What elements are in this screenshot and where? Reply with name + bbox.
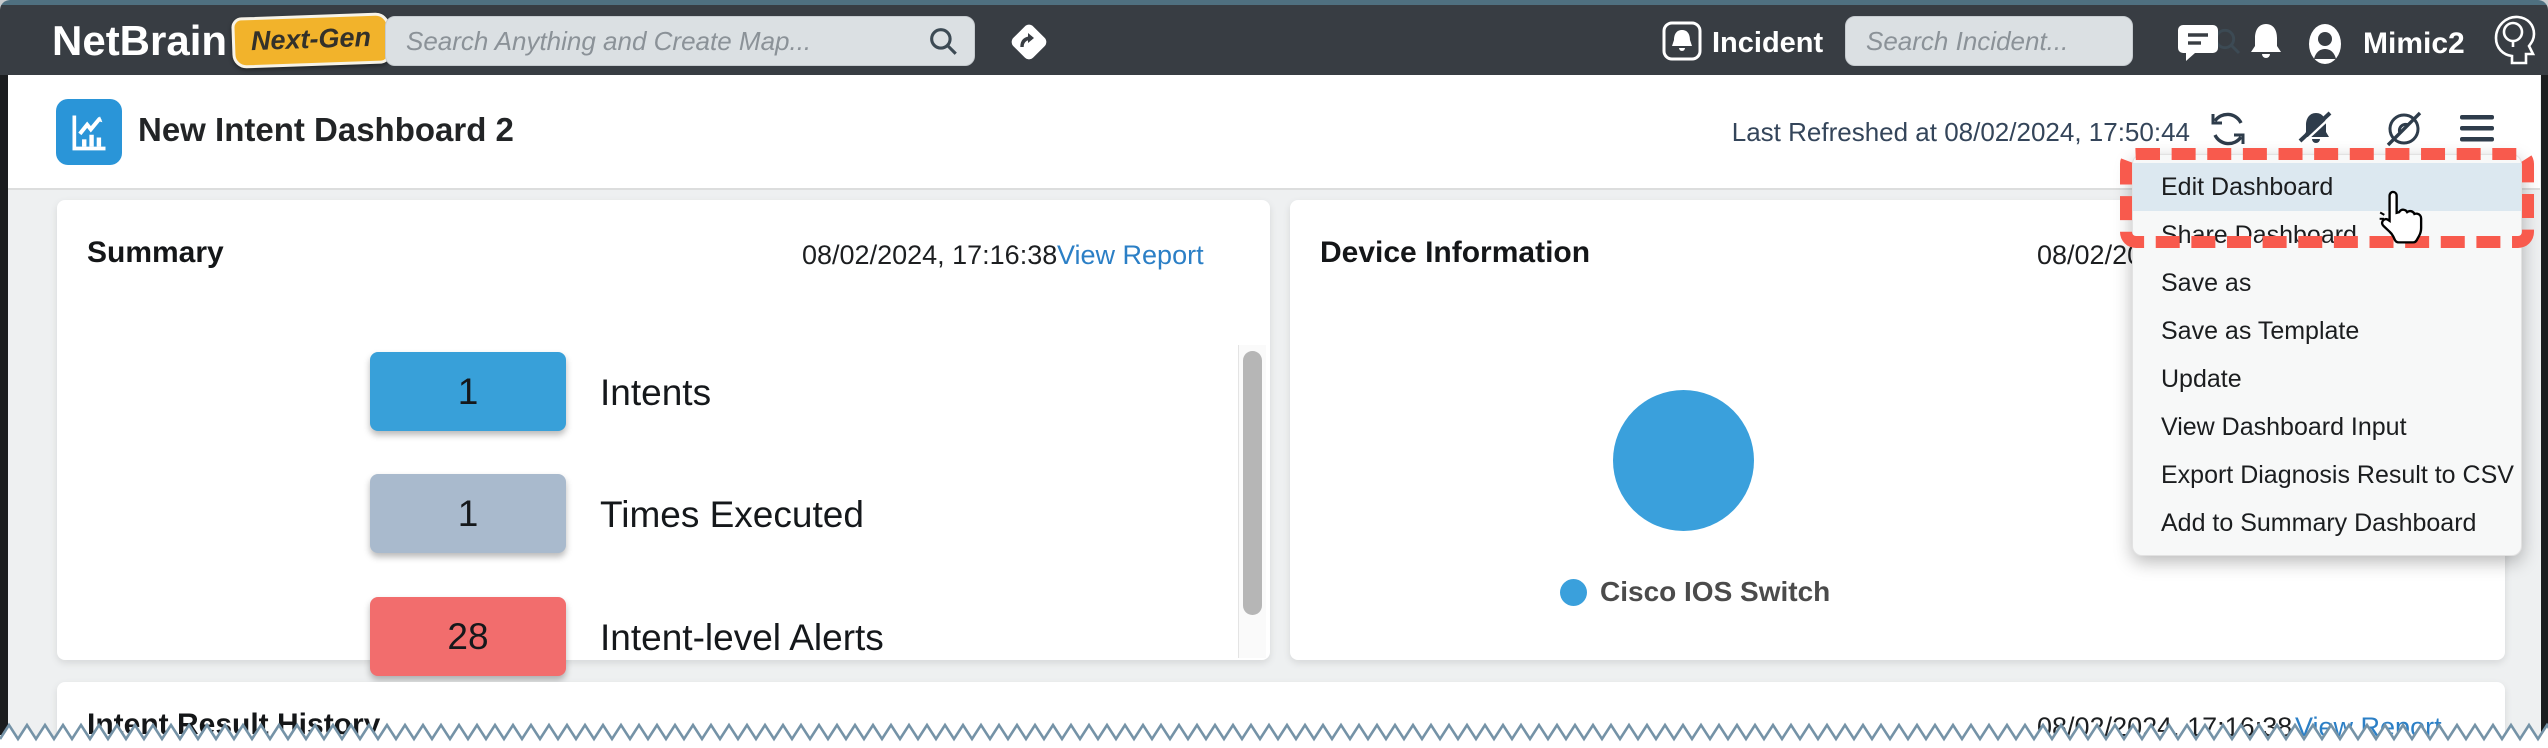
stat-label-intent-level-alerts: Intent-level Alerts — [600, 617, 884, 659]
menu-item-view-dashboard-input[interactable]: View Dashboard Input — [2133, 403, 2521, 451]
stat-label-intents: Intents — [600, 372, 711, 414]
incident-search-box[interactable] — [1845, 16, 2133, 66]
intent-result-history-card: Intent Result History 08/02/2024, 17:16:… — [57, 682, 2505, 748]
stat-box-times-executed[interactable]: 1 — [370, 474, 566, 553]
next-gen-badge: Next-Gen — [231, 12, 391, 68]
hide-alerts-slashed-circle-icon[interactable] — [2380, 105, 2428, 153]
stat-label-times-executed: Times Executed — [600, 494, 864, 536]
history-view-report-link[interactable]: View Report — [2295, 712, 2442, 743]
incident-label[interactable]: Incident — [1712, 27, 1823, 60]
notifications-bell-icon[interactable] — [2243, 19, 2289, 65]
dashboard-context-menu: Edit Dashboard Share Dashboard Save as S… — [2132, 154, 2522, 556]
menu-item-save-as[interactable]: Save as — [2133, 259, 2521, 307]
summary-card: Summary 08/02/2024, 17:16:38 View Report… — [57, 200, 1270, 660]
global-search-input[interactable] — [386, 26, 926, 57]
window-right-edge — [2541, 75, 2548, 735]
menu-item-add-to-summary-dashboard[interactable]: Add to Summary Dashboard — [2133, 499, 2521, 547]
top-navigation-bar: NetBrain Next-Gen Incident — [0, 5, 2548, 75]
map-navigate-icon[interactable] — [1002, 15, 1056, 69]
legend-label: Cisco IOS Switch — [1600, 576, 1830, 608]
pie-slice-cisco-ios-switch[interactable] — [1613, 390, 1754, 531]
ai-assistant-head-icon[interactable] — [2488, 13, 2540, 71]
summary-card-title: Summary — [87, 236, 224, 270]
stat-box-intent-level-alerts[interactable]: 28 — [370, 597, 566, 676]
global-search-box[interactable] — [385, 16, 975, 66]
summary-scrollbar-thumb[interactable] — [1243, 351, 1262, 615]
search-icon[interactable] — [926, 24, 960, 58]
incident-search-input[interactable] — [1846, 26, 2211, 57]
window-left-edge — [0, 75, 8, 735]
last-refreshed-text: Last Refreshed at 08/02/2024, 17:50:44 — [1732, 117, 2190, 148]
history-card-title: Intent Result History — [87, 708, 380, 742]
history-card-timestamp: 08/02/2024, 17:16:38 — [2037, 712, 2292, 743]
pie-legend-item[interactable]: Cisco IOS Switch — [1560, 576, 1830, 608]
user-avatar-icon[interactable] — [2300, 19, 2350, 69]
device-card-title: Device Information — [1320, 236, 1590, 270]
refresh-icon[interactable] — [2204, 105, 2252, 153]
menu-item-share-dashboard[interactable]: Share Dashboard — [2133, 211, 2521, 259]
netbrain-logo[interactable]: NetBrain — [52, 17, 227, 65]
menu-item-edit-dashboard[interactable]: Edit Dashboard — [2133, 163, 2521, 211]
mute-alert-bell-slash-icon[interactable] — [2292, 105, 2340, 153]
summary-card-timestamp: 08/02/2024, 17:16:38 — [802, 240, 1057, 271]
netbrain-logo-text: NetBrain — [52, 17, 227, 64]
dashboard-icon — [56, 99, 122, 165]
incident-icon[interactable] — [1658, 17, 1706, 65]
page-title: New Intent Dashboard 2 — [138, 111, 514, 149]
chat-messages-icon[interactable] — [2175, 19, 2221, 65]
menu-item-save-as-template[interactable]: Save as Template — [2133, 307, 2521, 355]
hamburger-menu-icon[interactable] — [2454, 105, 2500, 151]
menu-item-export-diagnosis-result-to-csv[interactable]: Export Diagnosis Result to CSV — [2133, 451, 2521, 499]
summary-scrollbar-track[interactable] — [1238, 345, 1266, 658]
stat-box-intents[interactable]: 1 — [370, 352, 566, 431]
summary-view-report-link[interactable]: View Report — [1057, 240, 1204, 271]
legend-dot — [1560, 579, 1587, 606]
menu-item-update[interactable]: Update — [2133, 355, 2521, 403]
username-label[interactable]: Mimic2 — [2363, 27, 2465, 61]
netbrain-app-window: NetBrain Next-Gen Incident — [0, 0, 2548, 748]
